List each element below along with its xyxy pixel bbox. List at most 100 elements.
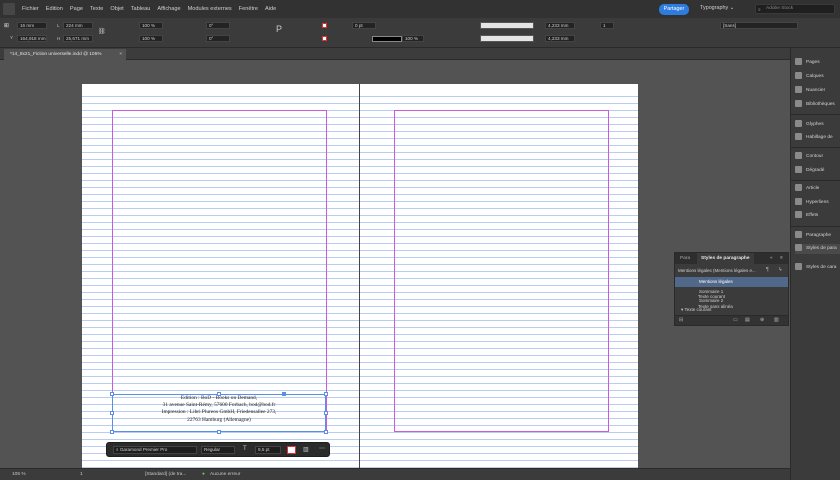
resize-handle[interactable]	[217, 392, 221, 396]
lightning-icon[interactable]: ϟ	[779, 267, 782, 273]
gradient-icon	[795, 166, 802, 174]
document-tab[interactable]: *14_8x21_Fiction universelle.indd @ 105%…	[4, 49, 126, 60]
close-icon[interactable]: ×	[119, 49, 122, 60]
dock-item-text-wrap[interactable]: Habillage de	[795, 133, 840, 143]
style-group-icon[interactable]: ⊟	[679, 317, 683, 323]
dock-divider	[791, 147, 840, 148]
clear-overrides-icon[interactable]: ¶	[766, 267, 769, 273]
new-group-icon[interactable]: ▤	[745, 317, 750, 323]
stroke-weight-field[interactable]: 0 pt	[352, 22, 376, 29]
trash-icon[interactable]: ▥	[303, 446, 309, 453]
dock-item-effects[interactable]: Effets	[795, 211, 840, 221]
resize-handle[interactable]	[217, 430, 221, 434]
resize-handle[interactable]	[324, 411, 328, 415]
out-port-icon[interactable]	[282, 392, 286, 396]
dock-divider	[791, 114, 840, 115]
object-style-select[interactable]: [Sans]	[720, 22, 798, 29]
paragraph-styles-icon	[795, 244, 802, 252]
dock-item-paragraph[interactable]: Paragraphe	[795, 231, 840, 241]
rotation-angle-field[interactable]: 0°	[206, 22, 230, 29]
column-count-field[interactable]: 1	[600, 22, 614, 29]
resize-handle[interactable]	[110, 430, 114, 434]
list-item[interactable]: Mentions légales	[675, 277, 788, 287]
dock-item-layers[interactable]: Calques	[795, 72, 840, 82]
dock-item-gradient[interactable]: Dégradé	[795, 166, 840, 176]
share-button[interactable]: Partager	[659, 4, 689, 15]
dock-item-character-styles[interactable]: Styles de cara	[795, 263, 840, 273]
menu-fenetre[interactable]: Fenêtre	[239, 6, 258, 12]
zoom-level[interactable]: 105 %	[12, 472, 26, 477]
margin-guides-right	[394, 110, 609, 432]
shear-angle-field[interactable]: 0°	[206, 35, 230, 42]
stroke-none-swatch[interactable]	[322, 36, 327, 41]
new-style-icon[interactable]: ⊕	[760, 317, 764, 323]
font-style-select[interactable]: Regular	[201, 446, 235, 454]
dock-item-glyphs[interactable]: Glyphes	[795, 120, 840, 130]
list-item[interactable]: Texte courant	[674, 292, 789, 302]
dock-item-swatches[interactable]: Nuancier	[795, 86, 840, 96]
w-label: L	[57, 23, 60, 28]
text-inset-field[interactable]	[480, 35, 534, 42]
menu-tableau[interactable]: Tableau	[131, 6, 151, 12]
height-field[interactable]: 25,671 mm	[63, 35, 93, 42]
panel-menu-icon[interactable]: ≡	[780, 253, 783, 264]
constrain-proportions-icon[interactable]: ⛓	[98, 28, 106, 35]
paragraph-tool-icon[interactable]: P	[276, 24, 282, 34]
gutter-top-field[interactable]: 4,233 mm	[545, 22, 575, 29]
width-field[interactable]: 224 mm	[63, 22, 93, 29]
page-number[interactable]: 1	[80, 472, 83, 477]
menu-texte[interactable]: Texte	[90, 6, 103, 12]
dock-item-libraries[interactable]: Bibliothèques	[795, 100, 840, 110]
folder-icon[interactable]: ▭	[733, 317, 738, 323]
menu-edition[interactable]: Edition	[46, 6, 63, 12]
trash-icon[interactable]: ▥	[774, 317, 779, 323]
dock-label-glyphs: Glyphes	[806, 122, 824, 127]
panel-dock: Pages Calques Nuancier Bibliothèques Gly…	[790, 48, 840, 480]
columns-field[interactable]	[480, 22, 534, 29]
dock-item-paragraph-styles[interactable]: Styles de para	[795, 244, 840, 254]
resize-handle[interactable]	[324, 430, 328, 434]
preflight-profile[interactable]: [Standard] (de tra...	[145, 472, 186, 477]
search-input[interactable]: ⌕ Adobe Stock	[755, 4, 835, 14]
more-options-icon[interactable]: ⋯	[319, 445, 325, 452]
tab-paragraph[interactable]: Para	[680, 253, 690, 264]
menu-page[interactable]: Page	[70, 6, 83, 12]
menu-fichier[interactable]: Fichier	[22, 6, 39, 12]
menu-modules-externes[interactable]: Modules externes	[188, 6, 232, 12]
colophon-line: 31 avenue Saint-Rémy, 57600 Forbach, bod…	[162, 402, 276, 409]
x-label: X	[4, 23, 8, 28]
dock-label-hyperlinks: Hyperliens	[806, 200, 829, 205]
scale-x-field[interactable]: 100 %	[139, 22, 163, 29]
stroke-type-swatch[interactable]	[372, 36, 402, 42]
dock-item-hyperlinks[interactable]: Hyperliens	[795, 198, 840, 208]
workspace-switcher[interactable]: Typography ⌄	[700, 5, 734, 11]
margin-guides-left	[112, 110, 327, 432]
resize-handle[interactable]	[110, 392, 114, 396]
resize-handle[interactable]	[110, 411, 114, 415]
text-fill-none-swatch[interactable]	[287, 446, 296, 454]
x-position-field[interactable]: 16 mm	[17, 22, 47, 29]
gutter-bottom-field[interactable]: 4,233 mm	[545, 35, 575, 42]
workspace-label: Typography	[700, 5, 729, 11]
list-item[interactable]: Texte sans alinéa	[674, 302, 789, 312]
layers-icon	[795, 72, 802, 80]
font-size-field[interactable]: 9,5 pt	[255, 446, 281, 454]
y-position-field[interactable]: 164,918 mm	[17, 35, 47, 42]
menu-affichage[interactable]: Affichage	[157, 6, 180, 12]
menu-aide[interactable]: Aide	[265, 6, 276, 12]
font-family-select[interactable]: ⌕ Garamond Premier Pro	[113, 446, 197, 454]
dock-item-articles[interactable]: Article	[795, 184, 840, 194]
tab-paragraph-styles[interactable]: Styles de paragraphe	[697, 253, 754, 264]
y-label: Y	[10, 35, 14, 40]
dock-item-stroke[interactable]: Contour	[795, 152, 840, 162]
menu-objet[interactable]: Objet	[110, 6, 123, 12]
opacity-field[interactable]: 100 %	[402, 35, 424, 42]
articles-icon	[795, 184, 802, 192]
resize-handle[interactable]	[324, 392, 328, 396]
colophon-text-frame[interactable]: Edition : BoD - Books on Demand, 31 aven…	[112, 394, 326, 432]
collapse-icon[interactable]: «	[770, 253, 773, 264]
dock-item-pages[interactable]: Pages	[795, 58, 840, 68]
fill-none-swatch[interactable]	[322, 23, 327, 28]
scale-y-field[interactable]: 100 %	[139, 35, 163, 42]
dock-divider	[791, 226, 840, 227]
